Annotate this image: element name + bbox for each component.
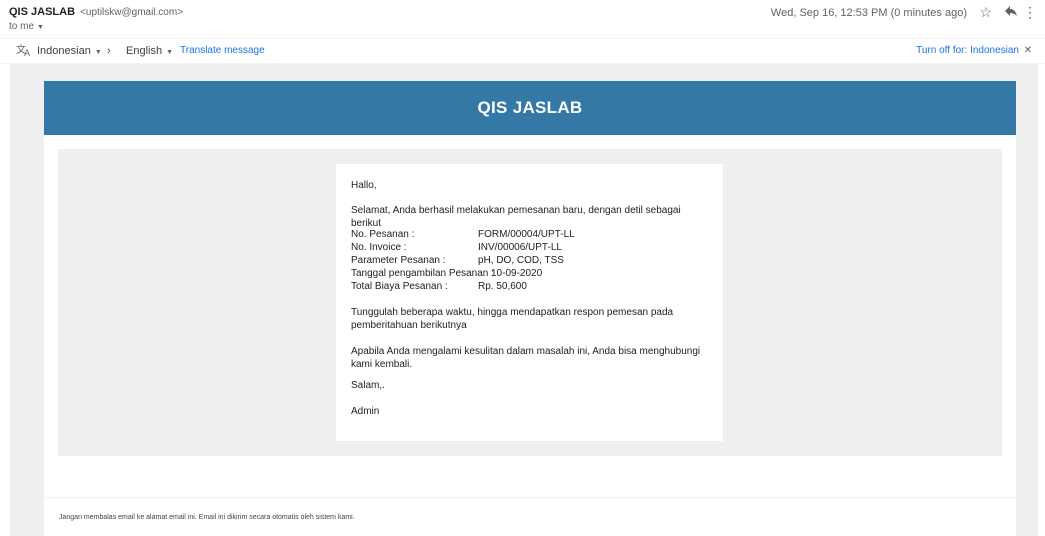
detail-value: Rp. 50,600 — [478, 281, 527, 292]
detail-row: Tanggal pengambilan Pesanan : 10-09-2020 — [351, 267, 708, 280]
detail-label: No. Pesanan : — [351, 229, 415, 240]
reply-icon[interactable] — [1004, 4, 1018, 20]
detail-label: Tanggal pengambilan Pesanan : — [351, 268, 494, 279]
detail-label: Parameter Pesanan : — [351, 255, 446, 266]
star-icon[interactable]: ☆ — [979, 4, 992, 21]
detail-value: 10-09-2020 — [491, 268, 543, 279]
source-language-select[interactable]: Indonesian ▼ — [37, 45, 102, 57]
chevron-down-icon: ▼ — [94, 49, 102, 56]
turn-off-translation-link[interactable]: Turn off for: Indonesian — [916, 45, 1019, 56]
svg-text:A: A — [24, 49, 31, 57]
translate-bar: 文A Indonesian ▼ › English ▼ Translate mess… — [0, 38, 1045, 64]
detail-row: Total Biaya Pesanan : Rp. 50,600 — [351, 280, 708, 293]
help-text: Apabila Anda mengalami kesulitan dalam m… — [351, 346, 701, 370]
chevron-down-icon: ▼ — [166, 49, 174, 56]
close-icon[interactable]: ✕ — [1024, 45, 1032, 56]
sender-name[interactable]: QIS JASLAB — [9, 6, 75, 18]
email-date: Wed, Sep 16, 12:53 PM (0 minutes ago) — [770, 7, 967, 19]
sender: QIS JASLAB <uptilskw@gmail.com> — [9, 6, 183, 18]
detail-value: FORM/00004/UPT-LL — [478, 229, 575, 240]
banner-title: QIS JASLAB — [477, 98, 583, 117]
content-background: Hallo, Selamat, Anda berhasil melakukan … — [58, 149, 1002, 456]
target-language-label: English — [126, 45, 163, 57]
detail-row: Parameter Pesanan : pH, DO, COD, TSS — [351, 254, 708, 267]
closing-text: Salam,. — [351, 380, 385, 391]
detail-label: No. Invoice : — [351, 242, 407, 253]
detail-row: No. Pesanan : FORM/00004/UPT-LL — [351, 228, 708, 241]
arrow-right-icon: › — [107, 45, 111, 57]
translate-message-link[interactable]: Translate message — [180, 45, 265, 56]
intro-text: Selamat, Anda berhasil melakukan pemesan… — [351, 205, 681, 229]
email-header: QIS JASLAB <uptilskw@gmail.com> to me ▼ W… — [0, 0, 1045, 38]
footer-divider — [44, 497, 1016, 498]
email-body-outer: QIS JASLAB Hallo, Selamat, Anda berhasil… — [10, 64, 1038, 536]
message-box: Hallo, Selamat, Anda berhasil melakukan … — [336, 164, 723, 441]
detail-label: Total Biaya Pesanan : — [351, 281, 448, 292]
footer-note: Jangan membalas email ke alamat email in… — [59, 514, 355, 521]
signature: Admin — [351, 406, 380, 417]
wait-text: Tunggulah beberapa waktu, hingga mendapa… — [351, 307, 674, 331]
chevron-down-icon[interactable]: ▼ — [37, 24, 44, 31]
detail-value: pH, DO, COD, TSS — [478, 255, 564, 266]
recipient-details[interactable]: to me ▼ — [9, 21, 44, 32]
source-language-label: Indonesian — [37, 45, 91, 57]
translate-icon: 文A — [16, 43, 32, 60]
greeting: Hallo, — [351, 180, 377, 191]
email-banner: QIS JASLAB — [44, 81, 1016, 135]
detail-row: No. Invoice : INV/00006/UPT-LL — [351, 241, 708, 254]
more-vert-icon[interactable]: ⋮ — [1023, 4, 1037, 21]
to-label: to me — [9, 21, 35, 32]
target-language-select[interactable]: English ▼ — [126, 45, 173, 57]
email-card: QIS JASLAB Hallo, Selamat, Anda berhasil… — [44, 81, 1016, 536]
detail-value: INV/00006/UPT-LL — [478, 242, 562, 253]
sender-email: <uptilskw@gmail.com> — [80, 7, 184, 18]
